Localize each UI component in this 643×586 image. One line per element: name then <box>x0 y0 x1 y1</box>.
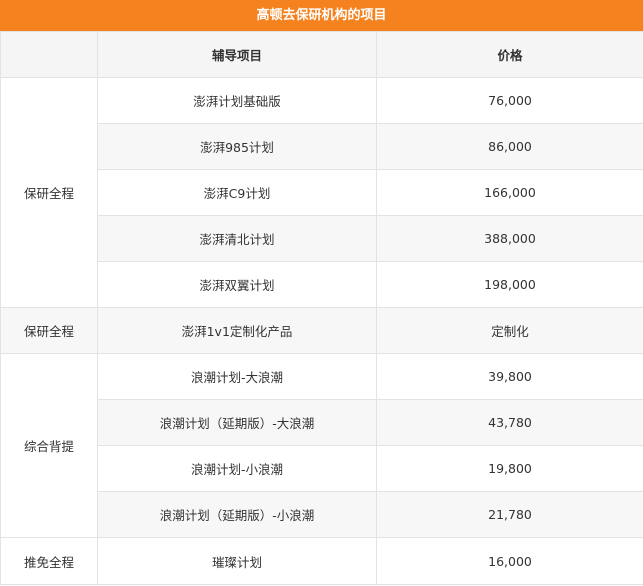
table-header-row: 辅导项目 价格 <box>0 31 643 78</box>
table-row: 推免全程 璀璨计划 16,000 <box>0 537 643 585</box>
price-cell: 43,780 <box>376 399 643 446</box>
price-cell: 21,780 <box>376 491 643 538</box>
item-cell: 澎湃清北计划 <box>97 215 377 262</box>
group-cell: 保研全程 <box>0 307 98 354</box>
item-cell: 浪潮计划（延期版）-大浪潮 <box>97 399 377 446</box>
item-cell: 澎湃C9计划 <box>97 169 377 216</box>
table-row: 浪潮计划（延期版）-大浪潮 43,780 <box>1 399 643 446</box>
project-price-table: 辅导项目 价格 保研全程 澎湃计划基础版 76,000 澎湃985计划 86,0… <box>0 31 643 585</box>
table-row: 澎湃清北计划 388,000 <box>1 215 643 262</box>
project-price-table-container: 高顿去保研机构的项目 辅导项目 价格 保研全程 澎湃计划基础版 76,000 澎… <box>0 0 643 586</box>
table-row: 浪潮计划-小浪潮 19,800 <box>1 445 643 492</box>
table-row: 浪潮计划（延期版）-小浪潮 21,780 <box>1 491 643 538</box>
price-cell: 86,000 <box>376 123 643 170</box>
item-cell: 浪潮计划（延期版）-小浪潮 <box>97 491 377 538</box>
price-cell: 定制化 <box>376 307 643 354</box>
price-cell: 198,000 <box>376 261 643 308</box>
table-row: 澎湃985计划 86,000 <box>1 123 643 170</box>
header-item: 辅导项目 <box>97 31 377 78</box>
price-cell: 16,000 <box>376 537 643 585</box>
price-cell: 39,800 <box>376 353 643 400</box>
price-cell: 166,000 <box>376 169 643 216</box>
table-row: 综合背提 浪潮计划-大浪潮 39,800 <box>0 353 643 538</box>
price-cell: 388,000 <box>376 215 643 262</box>
item-cell: 浪潮计划-大浪潮 <box>97 353 377 400</box>
group-cell: 推免全程 <box>0 537 98 585</box>
table-row: 澎湃C9计划 166,000 <box>1 169 643 216</box>
item-cell: 澎湃1v1定制化产品 <box>97 307 377 354</box>
item-cell: 澎湃985计划 <box>97 123 377 170</box>
table-row: 保研全程 澎湃1v1定制化产品 定制化 <box>0 307 643 354</box>
item-cell: 澎湃双翼计划 <box>97 261 377 308</box>
group-cell: 综合背提 <box>0 353 98 538</box>
table-row: 保研全程 澎湃计划基础版 76,000 <box>0 77 643 308</box>
header-group <box>0 31 98 78</box>
header-price: 价格 <box>376 31 643 78</box>
price-cell: 76,000 <box>376 77 643 124</box>
table-title: 高顿去保研机构的项目 <box>0 0 643 31</box>
item-cell: 璀璨计划 <box>97 537 377 585</box>
item-cell: 澎湃计划基础版 <box>97 77 377 124</box>
price-cell: 19,800 <box>376 445 643 492</box>
group-cell: 保研全程 <box>0 77 98 308</box>
item-cell: 浪潮计划-小浪潮 <box>97 445 377 492</box>
table-row: 澎湃双翼计划 198,000 <box>1 261 643 308</box>
